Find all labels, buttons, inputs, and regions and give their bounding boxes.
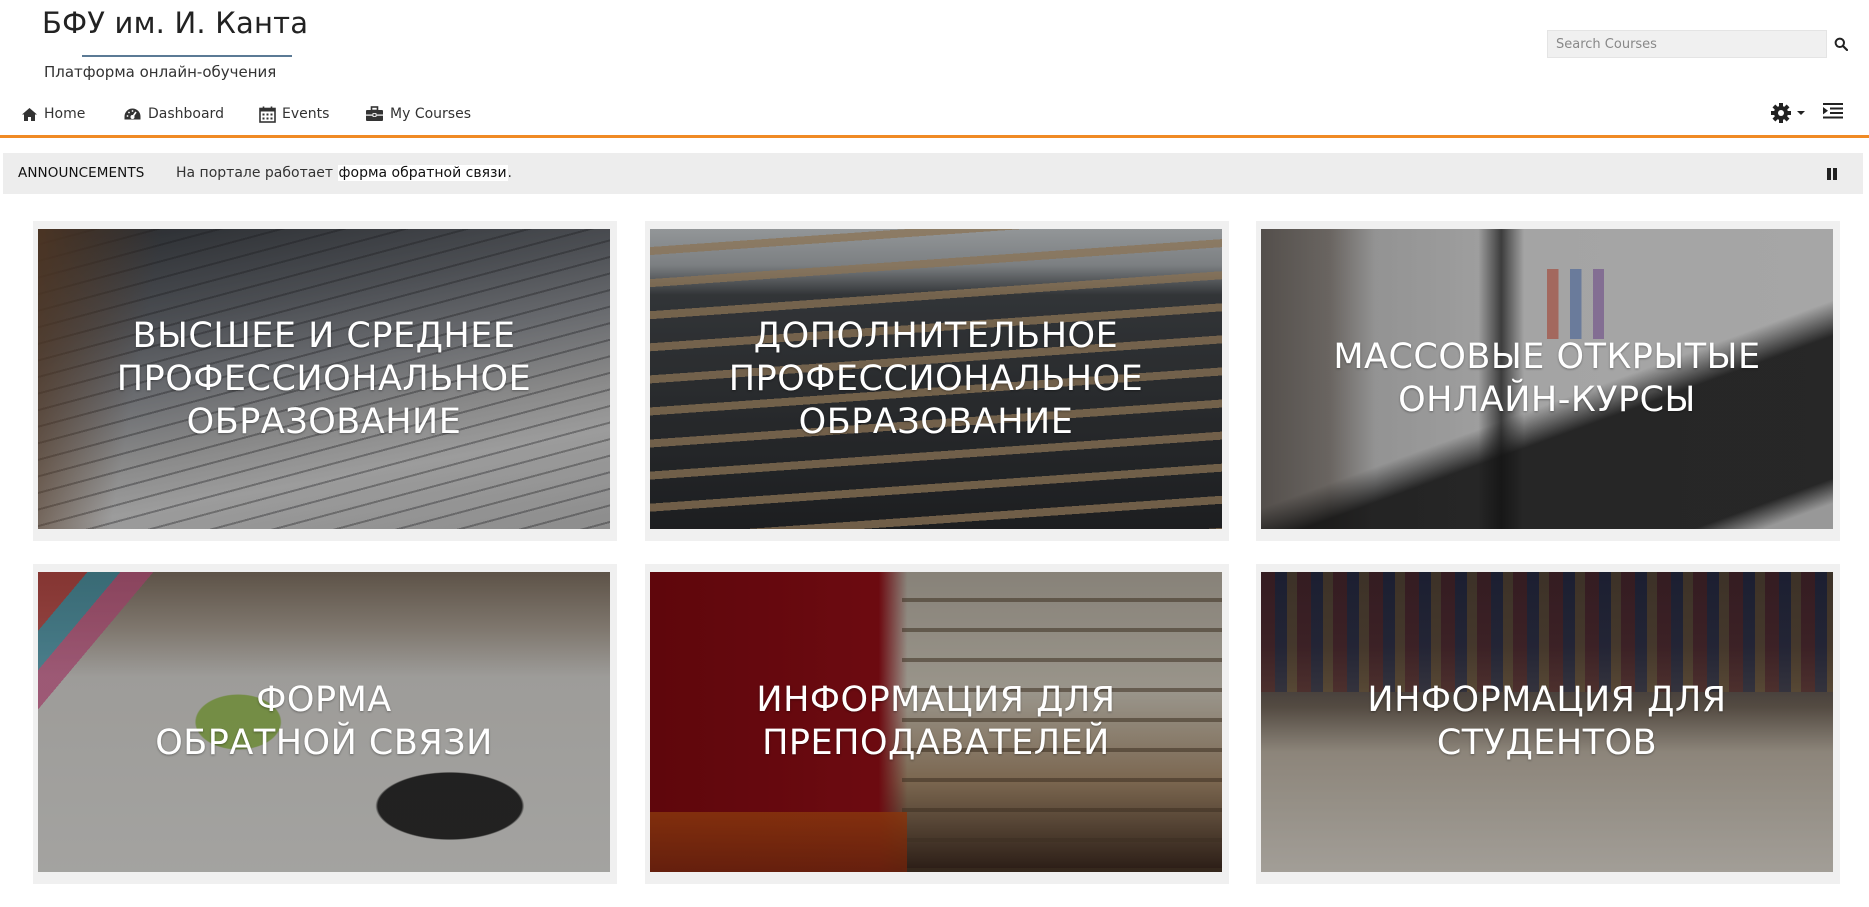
tile-additional-education[interactable]: ДОПОЛНИТЕЛЬНОЕ ПРОФЕССИОНАЛЬНОЕ ОБРАЗОВА… (650, 229, 1222, 529)
tile-higher-education[interactable]: ВЫСШЕЕ И СРЕДНЕЕ ПРОФЕССИОНАЛЬНОЕ ОБРАЗО… (38, 229, 610, 529)
home-icon (22, 107, 37, 121)
logo-divider (82, 55, 292, 57)
logo-subtitle: Платформа онлайн-обучения (44, 63, 277, 81)
nav-home[interactable]: Home (21, 104, 85, 124)
tile-label: ИНФОРМАЦИЯ ДЛЯ ПРЕПОДАВАТЕЛЕЙ (756, 680, 1116, 763)
tile-teachers-info[interactable]: ИНФОРМАЦИЯ ДЛЯ ПРЕПОДАВАТЕЛЕЙ (650, 572, 1222, 872)
gear-icon (1771, 103, 1791, 123)
tile-mooc[interactable]: МАССОВЫЕ ОТКРЫТЫЕ ОНЛАЙН-КУРСЫ (1261, 229, 1833, 529)
settings-menu-button[interactable] (1770, 101, 1810, 125)
pause-icon (1827, 168, 1837, 180)
announcement-text: На портале работает форма обратной связи… (176, 165, 512, 181)
dashboard-icon (124, 108, 141, 119)
tile-feedback-form[interactable]: ФОРМА ОБРАТНОЙ СВЯЗИ (38, 572, 610, 872)
site-header: БФУ им. И. Канта Платформа онлайн-обучен… (0, 0, 1869, 92)
nav-events[interactable]: Events (259, 104, 329, 124)
tile-frame: ИНФОРМАЦИЯ ДЛЯ СТУДЕНТОВ (1256, 564, 1840, 884)
calendar-icon (259, 106, 276, 123)
tile-label: ИНФОРМАЦИЯ ДЛЯ СТУДЕНТОВ (1367, 680, 1727, 763)
tile-students-info[interactable]: ИНФОРМАЦИЯ ДЛЯ СТУДЕНТОВ (1261, 572, 1833, 872)
announcement-text-before: На портале работает (176, 165, 338, 181)
nav-my-courses[interactable]: My Courses (365, 104, 471, 124)
tile-frame: ФОРМА ОБРАТНОЙ СВЯЗИ (33, 564, 617, 884)
tile-label: ДОПОЛНИТЕЛЬНОЕ ПРОФЕССИОНАЛЬНОЕ ОБРАЗОВА… (728, 315, 1144, 442)
announcements-label: ANNOUNCEMENTS (18, 165, 145, 181)
announcement-text-after: . (507, 165, 512, 181)
tile-label: ВЫСШЕЕ И СРЕДНЕЕ ПРОФЕССИОНАЛЬНОЕ ОБРАЗО… (116, 315, 532, 442)
search-box (1547, 30, 1827, 58)
logo-title: БФУ им. И. Канта (42, 6, 309, 40)
chevron-down-icon (1797, 111, 1805, 115)
nav-dashboard-label: Dashboard (148, 106, 224, 122)
indent-icon (1823, 103, 1843, 119)
tile-label: МАССОВЫЕ ОТКРЫТЫЕ ОНЛАЙН-КУРСЫ (1333, 337, 1761, 420)
drawer-toggle-button[interactable] (1823, 102, 1847, 126)
pause-announcements-button[interactable] (1825, 166, 1841, 182)
briefcase-icon (366, 106, 383, 121)
announcements-bar: ANNOUNCEMENTS На портале работает форма … (3, 153, 1863, 194)
search-input[interactable] (1547, 30, 1827, 58)
nav-events-label: Events (282, 106, 330, 122)
nav-home-label: Home (44, 106, 86, 122)
nav-my-courses-label: My Courses (390, 106, 471, 122)
tile-frame: ВЫСШЕЕ И СРЕДНЕЕ ПРОФЕССИОНАЛЬНОЕ ОБРАЗО… (33, 221, 617, 541)
tile-frame: ИНФОРМАЦИЯ ДЛЯ ПРЕПОДАВАТЕЛЕЙ (645, 564, 1229, 884)
search-icon[interactable] (1834, 36, 1850, 52)
main-nav: Home Dashboard Events My Courses (0, 92, 1869, 138)
nav-dashboard[interactable]: Dashboard (123, 104, 224, 124)
tile-frame: МАССОВЫЕ ОТКРЫТЫЕ ОНЛАЙН-КУРСЫ (1256, 221, 1840, 541)
tile-frame: ДОПОЛНИТЕЛЬНОЕ ПРОФЕССИОНАЛЬНОЕ ОБРАЗОВА… (645, 221, 1229, 541)
site-logo[interactable]: БФУ им. И. Канта Платформа онлайн-обучен… (42, 6, 308, 82)
feedback-form-link[interactable]: форма обратной связи (337, 165, 508, 181)
tile-label: ФОРМА ОБРАТНОЙ СВЯЗИ (155, 680, 493, 763)
